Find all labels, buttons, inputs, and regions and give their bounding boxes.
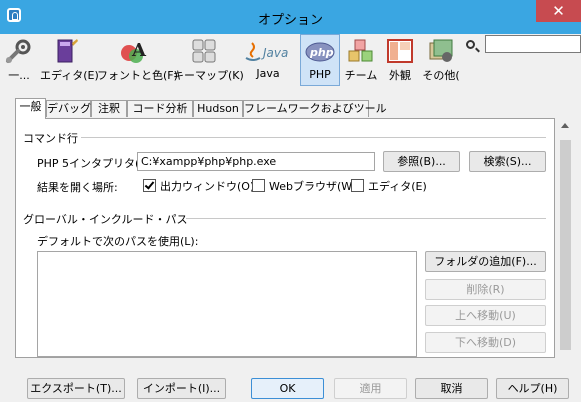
close-button[interactable]: ✕ <box>536 0 581 22</box>
tool-fonts-colors[interactable]: A フォントと色(F) <box>97 34 178 86</box>
tab-debug[interactable]: デバッグ <box>46 100 91 117</box>
checkbox-label: 出力ウィンドウ(O) <box>160 180 255 193</box>
tool-appearance[interactable]: 外観 <box>384 34 416 86</box>
checkbox-unchecked-icon <box>252 179 265 192</box>
tool-label: Java <box>256 67 280 80</box>
options-window: オプション ✕ 一... エディタ(E) A フォントと色(F) キーマップ(K… <box>0 0 581 402</box>
tool-editor[interactable]: エディタ(E) <box>40 34 99 86</box>
help-button[interactable]: ヘルプ(H) <box>496 378 569 399</box>
open-result-label: 結果を開く場所: <box>37 181 118 194</box>
command-line-title: コマンド行 <box>23 132 78 145</box>
editor-book-icon <box>51 37 81 65</box>
tool-php[interactable]: php PHP <box>300 34 340 86</box>
editor-checkbox[interactable]: エディタ(E) <box>351 178 427 194</box>
output-window-checkbox[interactable]: 出力ウィンドウ(O) <box>143 178 254 194</box>
tab-annotations[interactable]: 注釈 <box>91 100 127 117</box>
svg-text:A: A <box>131 40 147 61</box>
tool-general[interactable]: 一... <box>3 34 35 86</box>
tool-java[interactable]: Java Java <box>241 34 295 86</box>
tool-label: 外観 <box>389 69 411 82</box>
cancel-button[interactable]: 取消 <box>415 378 488 399</box>
import-button[interactable]: インポート(I)... <box>137 378 226 399</box>
add-folder-button[interactable]: フォルダの追加(F)... <box>425 251 546 272</box>
tool-label: エディタ(E) <box>40 69 99 82</box>
misc-folder-icon <box>426 37 456 65</box>
java-icon: Java <box>243 37 293 65</box>
include-path-list[interactable] <box>37 251 417 357</box>
tab-code-analysis[interactable]: コード分析 <box>127 100 193 117</box>
default-path-label: デフォルトで次のパスを使用(L): <box>37 235 199 248</box>
tab-frameworks-tools[interactable]: フレームワークおよびツール <box>243 100 387 117</box>
title-bar[interactable]: オプション ✕ <box>0 0 581 34</box>
move-down-button[interactable]: 下へ移動(D) <box>425 332 546 353</box>
tool-label: PHP <box>309 68 331 81</box>
apply-button[interactable]: 適用 <box>334 378 407 399</box>
window-title: オプション <box>257 13 323 28</box>
include-path-title: グローバル・インクルード・パス <box>23 213 188 226</box>
scroll-up-arrow-icon[interactable] <box>561 123 569 128</box>
java-logo-text: Java <box>261 46 288 60</box>
tool-label: 一... <box>8 69 30 82</box>
tool-keymap[interactable]: キーマップ(K) <box>173 34 244 86</box>
tab-hudson[interactable]: Hudson <box>193 100 243 117</box>
checkbox-checked-icon <box>143 179 156 192</box>
tool-label: その他( <box>422 69 460 82</box>
php-logo-text: php <box>309 46 334 59</box>
export-button[interactable]: エクスポート(T)... <box>27 378 125 399</box>
remove-button[interactable]: 削除(R) <box>425 279 546 300</box>
search-icon <box>466 40 475 49</box>
general-panel: コマンド行 PHP 5インタプリタ(P): C:¥xampp¥php¥php.e… <box>15 118 555 358</box>
php-icon: php <box>305 38 335 66</box>
section-divider <box>186 218 546 219</box>
keyboard-icon <box>189 37 219 65</box>
search-input[interactable] <box>485 35 581 53</box>
font-color-icon: A <box>118 37 148 65</box>
move-up-button[interactable]: 上へ移動(U) <box>425 305 546 326</box>
appearance-windows-icon <box>385 37 415 65</box>
checkbox-unchecked-icon <box>351 179 364 192</box>
tool-label: フォントと色(F) <box>97 69 178 82</box>
tool-label: チーム <box>344 69 378 82</box>
web-browser-checkbox[interactable]: Webブラウザ(W) <box>252 178 356 194</box>
tab-general[interactable]: 一般 <box>15 98 46 119</box>
dialog-button-bar: エクスポート(T)... インポート(I)... OK 適用 取消 ヘルプ(H) <box>0 372 581 402</box>
tool-misc[interactable]: その他( <box>420 34 462 86</box>
tool-team[interactable]: チーム <box>343 34 379 86</box>
ok-button[interactable]: OK <box>251 378 324 399</box>
panel-scrollbar[interactable] <box>557 118 574 358</box>
wrench-gear-icon <box>4 37 34 65</box>
search-button[interactable]: 検索(S)... <box>469 151 546 172</box>
team-cubes-icon <box>346 37 376 65</box>
checkbox-label: エディタ(E) <box>368 180 427 193</box>
interpreter-path-field[interactable]: C:¥xampp¥php¥php.exe <box>137 152 375 171</box>
scrollbar-thumb[interactable] <box>560 140 571 350</box>
browse-button[interactable]: 参照(B)... <box>383 151 460 172</box>
section-divider <box>81 137 546 138</box>
checkbox-label: Webブラウザ(W) <box>269 180 357 193</box>
tool-label: キーマップ(K) <box>173 69 244 82</box>
